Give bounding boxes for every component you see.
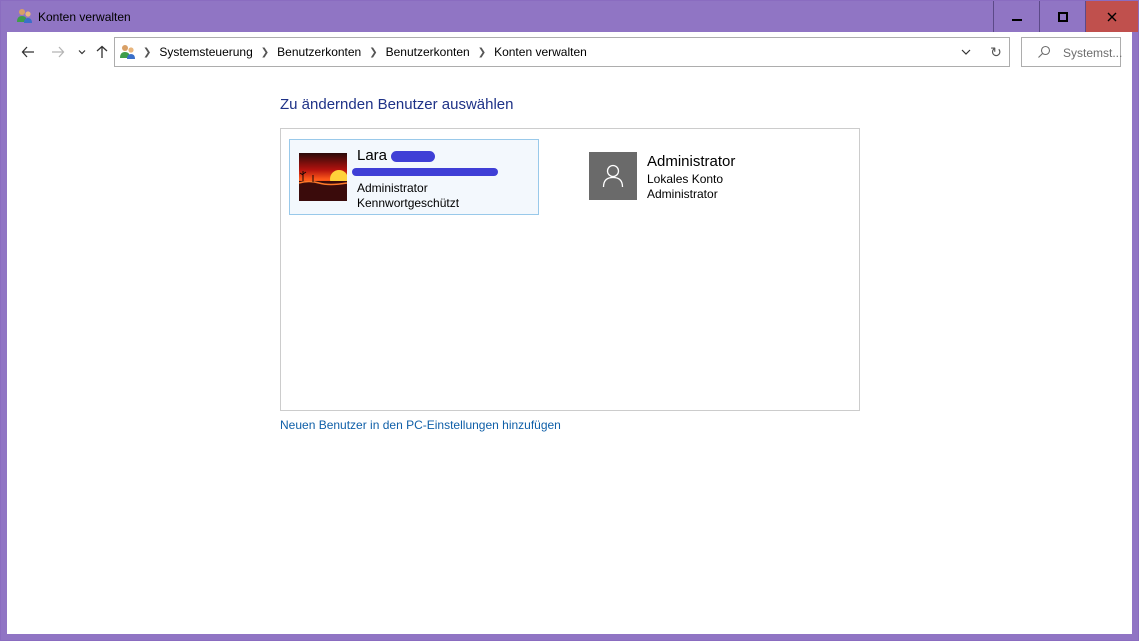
chevron-right-icon[interactable]: ❯ bbox=[478, 47, 486, 58]
refresh-icon: ↻ bbox=[990, 43, 1002, 60]
search-input[interactable]: Systemst... bbox=[1021, 37, 1123, 67]
close-icon bbox=[1107, 12, 1117, 21]
redaction-mark bbox=[352, 168, 498, 176]
title-button-divider bbox=[993, 1, 994, 32]
user-account-status: Kennwortgeschützt bbox=[357, 196, 460, 210]
window-title: Konten verwalten bbox=[38, 10, 131, 24]
user-account-type: Lokales Konto bbox=[647, 172, 724, 186]
breadcrumb: ❯ Systemsteuerung ❯ Benutzerkonten ❯ Ben… bbox=[141, 38, 587, 66]
user-account-status: Administrator bbox=[647, 187, 718, 201]
page-title: Zu ändernden Benutzer auswählen bbox=[280, 96, 514, 113]
address-bar[interactable]: ❯ Systemsteuerung ❯ Benutzerkonten ❯ Ben… bbox=[114, 37, 1010, 67]
window: Konten verwalten ❯ Systemsteuerung ❯ Ben… bbox=[0, 0, 1139, 641]
arrow-up-icon bbox=[96, 45, 108, 58]
chevron-right-icon[interactable]: ❯ bbox=[369, 47, 377, 58]
arrow-left-icon bbox=[21, 46, 34, 58]
restore-icon bbox=[1058, 11, 1068, 22]
user-name: Lara bbox=[357, 147, 388, 164]
breadcrumb-item[interactable]: Benutzerkonten bbox=[386, 45, 470, 59]
search-icon bbox=[1038, 45, 1051, 58]
avatar bbox=[589, 152, 637, 200]
chevron-down-icon bbox=[961, 49, 971, 55]
arrow-right-icon bbox=[52, 46, 65, 58]
user-accounts-icon bbox=[17, 9, 32, 23]
chevron-right-icon[interactable]: ❯ bbox=[261, 47, 269, 58]
search-placeholder: Systemst... bbox=[1063, 46, 1123, 60]
recent-locations-button[interactable] bbox=[71, 41, 93, 63]
back-button[interactable] bbox=[17, 41, 39, 63]
user-name: Administrator bbox=[647, 153, 736, 170]
user-account-type: Administrator bbox=[357, 181, 428, 195]
chevron-right-icon: ❯ bbox=[143, 46, 152, 58]
address-dropdown-button[interactable] bbox=[958, 44, 974, 60]
refresh-button[interactable]: ↻ bbox=[987, 43, 1005, 61]
title-button-divider bbox=[1039, 1, 1040, 32]
forward-button[interactable] bbox=[47, 41, 69, 63]
up-button[interactable] bbox=[91, 41, 113, 63]
user-tile-administrator[interactable]: Administrator Lokales Konto Administrato… bbox=[587, 139, 837, 215]
user-tile-lara[interactable]: Lara Administrator Kennwortgeschützt bbox=[289, 139, 539, 215]
title-bar[interactable]: Konten verwalten bbox=[1, 1, 1138, 32]
breadcrumb-item[interactable]: Benutzerkonten bbox=[277, 45, 361, 59]
chevron-down-icon bbox=[78, 50, 86, 55]
close-button[interactable] bbox=[1086, 1, 1138, 32]
maximize-button[interactable] bbox=[1040, 1, 1086, 32]
user-list: Lara Administrator Kennwortgeschützt Adm… bbox=[280, 128, 860, 411]
navigation-bar: ❯ Systemsteuerung ❯ Benutzerkonten ❯ Ben… bbox=[7, 32, 1132, 72]
breadcrumb-item[interactable]: Systemsteuerung bbox=[159, 45, 252, 59]
avatar bbox=[299, 153, 347, 201]
minimize-button[interactable] bbox=[994, 1, 1040, 32]
breadcrumb-item[interactable]: Konten verwalten bbox=[494, 45, 587, 59]
sunset-avatar-image bbox=[299, 153, 347, 201]
add-user-link[interactable]: Neuen Benutzer in den PC-Einstellungen h… bbox=[280, 418, 561, 432]
content-area: ❯ Systemsteuerung ❯ Benutzerkonten ❯ Ben… bbox=[7, 32, 1132, 634]
minimize-icon bbox=[1012, 18, 1022, 21]
user-icon bbox=[602, 164, 624, 188]
redaction-mark bbox=[391, 151, 435, 162]
user-accounts-icon bbox=[120, 45, 135, 59]
